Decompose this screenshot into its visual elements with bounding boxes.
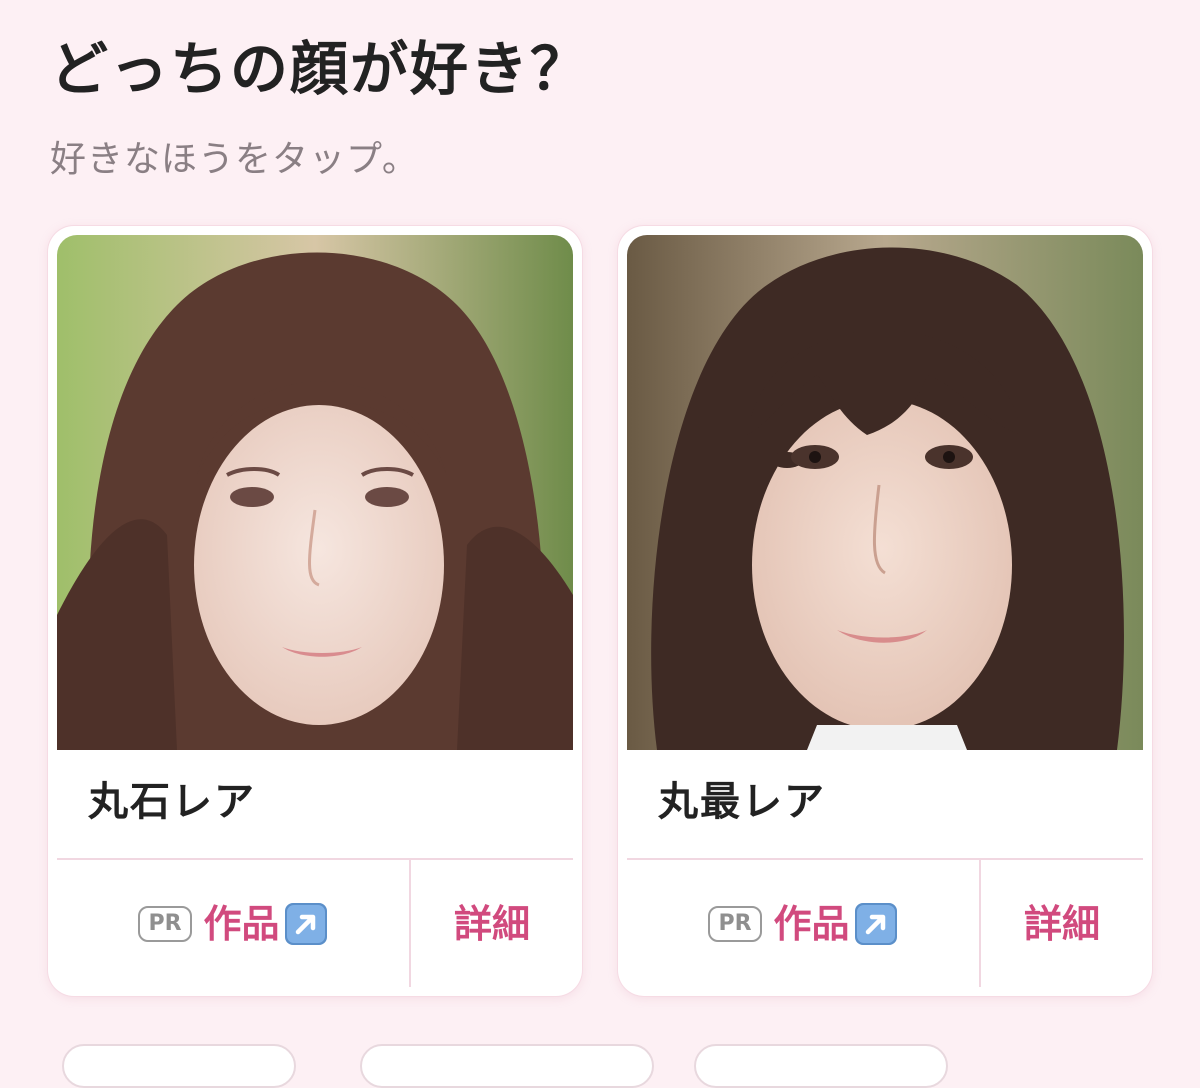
pr-badge: PR [138,905,192,942]
portrait-photo[interactable] [57,235,573,750]
works-label: 作品 [773,901,850,946]
up-right-arrow-icon [284,902,328,946]
works-link[interactable]: PR 作品 [57,860,409,987]
works-label: 作品 [203,901,280,946]
card-actions: PR 作品 詳細 [57,860,573,987]
up-right-arrow-icon [854,902,898,946]
page-subtitle: 好きなほうをタップ。 [50,139,419,180]
next-option-pill[interactable] [360,1044,654,1088]
detail-label: 詳細 [453,901,530,946]
choice-card-left[interactable]: 丸石レア PR 作品 詳細 [48,226,582,996]
person-name: 丸石レア [88,779,256,825]
card-actions: PR 作品 詳細 [627,860,1143,987]
portrait-photo[interactable] [627,235,1143,750]
pr-badge: PR [708,905,762,942]
portrait-image [57,235,573,750]
detail-link[interactable]: 詳細 [411,860,573,987]
detail-label: 詳細 [1023,901,1100,946]
next-option-pill[interactable] [62,1044,296,1088]
page-title: どっちの顔が好き？ [50,35,591,103]
works-link[interactable]: PR 作品 [627,860,979,987]
next-option-pill[interactable] [694,1044,948,1088]
person-name: 丸最レア [658,779,826,825]
detail-link[interactable]: 詳細 [981,860,1143,987]
choice-card-right[interactable]: 丸最レア PR 作品 詳細 [618,226,1152,996]
portrait-image [627,235,1143,750]
